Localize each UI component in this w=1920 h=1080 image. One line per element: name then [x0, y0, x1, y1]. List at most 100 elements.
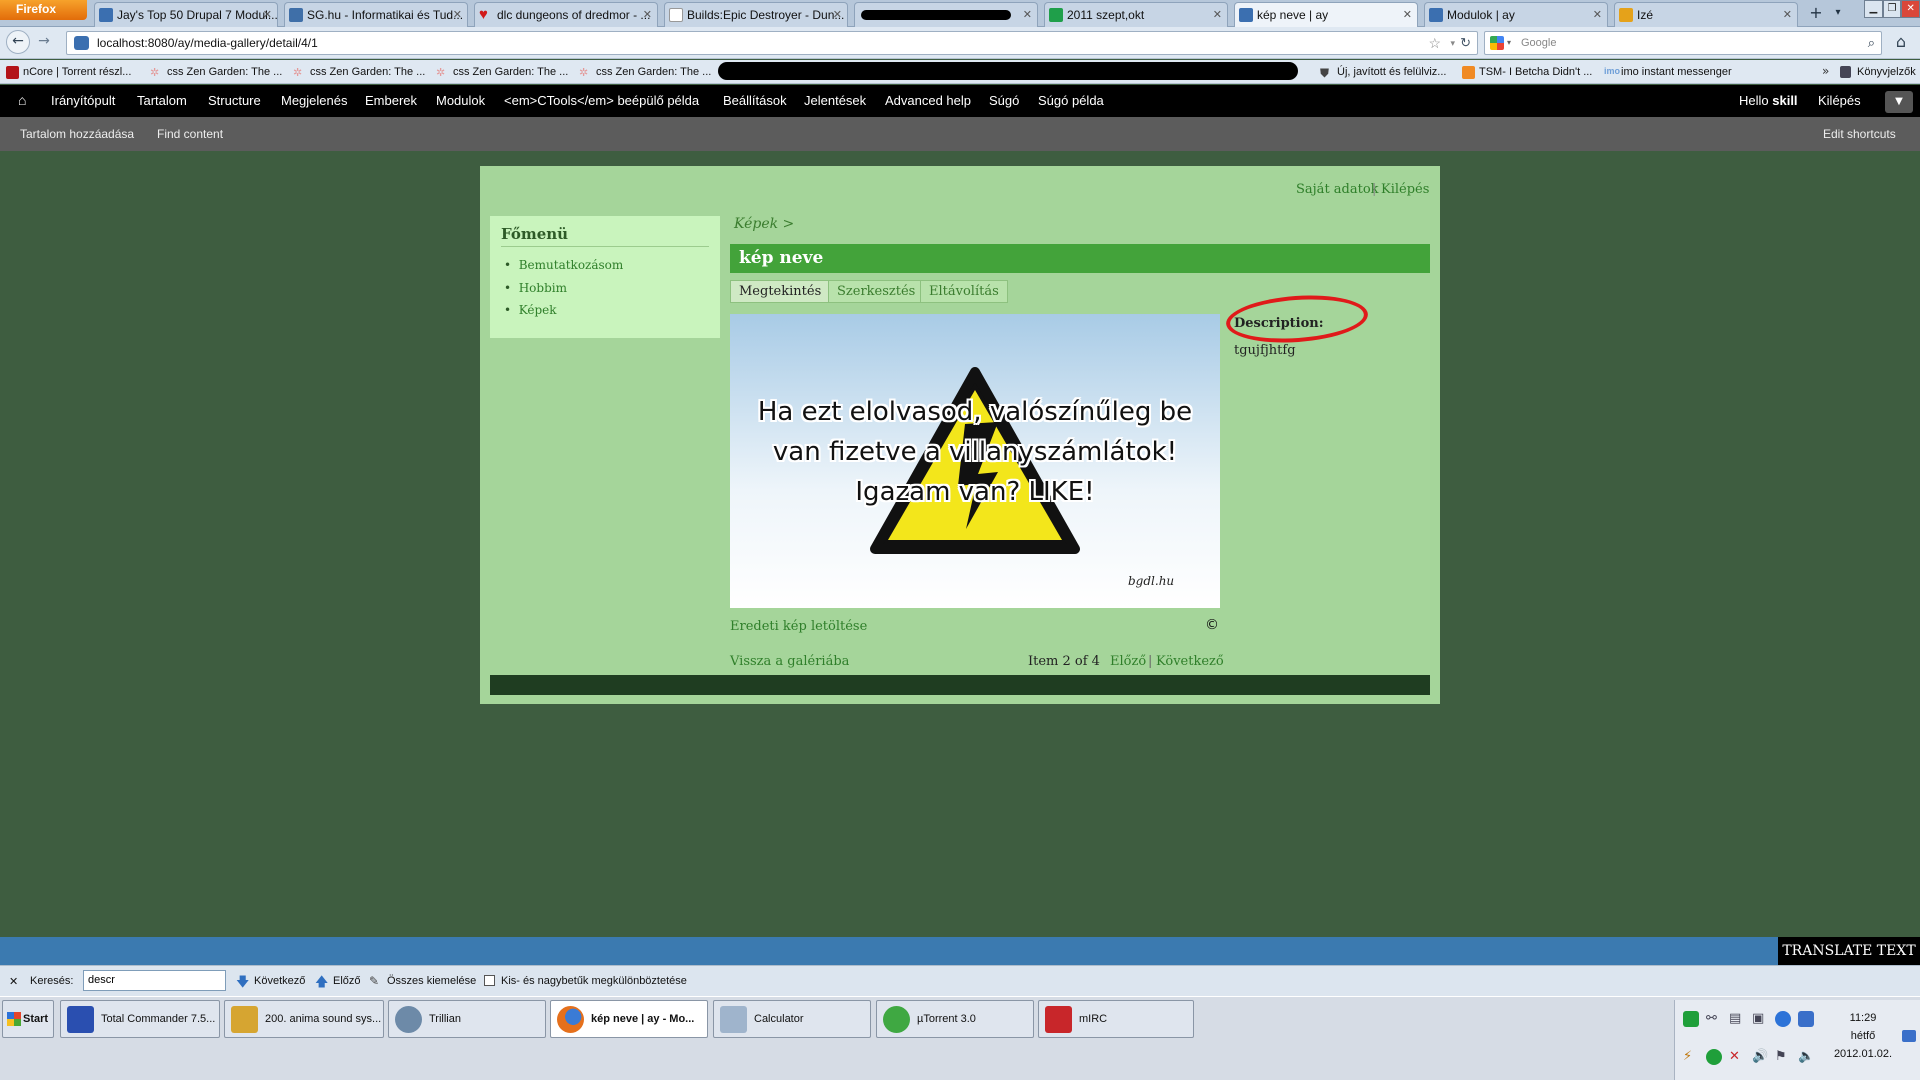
find-input[interactable]: descr: [83, 970, 226, 991]
volume-tray-icon[interactable]: 🔈: [1798, 1049, 1814, 1065]
task-mirc[interactable]: mIRC: [1038, 1000, 1194, 1038]
devices-tray-icon[interactable]: ▤: [1729, 1011, 1745, 1027]
shortcut-add-content[interactable]: Tartalom hozzáadása: [20, 127, 134, 141]
task-total-commander[interactable]: Total Commander 7.5...: [60, 1000, 220, 1038]
toolbar-item-jelentesek[interactable]: Jelentések: [804, 93, 866, 108]
start-button[interactable]: Start: [2, 1000, 54, 1038]
speaker-tray-icon[interactable]: 🔊: [1752, 1049, 1768, 1065]
network-warning-tray-icon[interactable]: ✕: [1729, 1049, 1745, 1065]
search-icon[interactable]: ⌕: [1868, 32, 1875, 54]
tab-edit[interactable]: Szerkesztés: [828, 280, 925, 303]
menu-item-kepek[interactable]: • Képek: [504, 303, 557, 317]
previous-link[interactable]: Előző: [1110, 654, 1146, 669]
bluetooth-tray-icon[interactable]: [1775, 1011, 1791, 1027]
bookmark-star-icon[interactable]: ☆: [1428, 32, 1441, 54]
menu-item-bemutatkozasom[interactable]: • Bemutatkozásom: [504, 258, 623, 272]
close-tab-icon[interactable]: ✕: [453, 3, 462, 27]
toolbar-item-sugo[interactable]: Súgó: [989, 93, 1019, 108]
tab-list-chevron-icon[interactable]: ▾: [1830, 3, 1846, 25]
display-tray-icon[interactable]: ▣: [1752, 1011, 1768, 1027]
reload-icon[interactable]: ↻: [1460, 32, 1471, 54]
toolbar-logout-link[interactable]: Kilépés: [1818, 93, 1861, 108]
antivirus-tray-icon[interactable]: [1706, 1049, 1722, 1065]
search-input[interactable]: ▾ Google ⌕: [1484, 31, 1882, 55]
highlight-all-button[interactable]: ✎ Összes kiemelése: [369, 974, 476, 988]
close-tab-icon[interactable]: ✕: [1593, 3, 1602, 27]
my-account-link[interactable]: Saját adatok: [1296, 182, 1379, 197]
home-icon[interactable]: ⌂: [18, 92, 26, 108]
task-utorrent[interactable]: µTorrent 3.0: [876, 1000, 1034, 1038]
menu-item-hobbim[interactable]: • Hobbim: [504, 281, 567, 295]
close-tab-icon[interactable]: ✕: [833, 3, 842, 27]
match-case-checkbox[interactable]: Kis- és nagybetűk megkülönböztetése: [484, 975, 687, 987]
tab-ize[interactable]: Izé ✕: [1614, 2, 1798, 27]
bookmark-zen-garden-1[interactable]: ✲ css Zen Garden: The ...: [150, 66, 282, 79]
close-tab-icon[interactable]: ✕: [1023, 3, 1032, 27]
bookmark-zen-garden-3[interactable]: ✲ css Zen Garden: The ...: [436, 66, 568, 79]
close-tab-icon[interactable]: ✕: [1403, 3, 1412, 27]
bookmark-uj-javitott[interactable]: ⛊ Új, javított és felülviz...: [1320, 66, 1446, 80]
bookmarks-menu-button[interactable]: Könyvjelzők: [1840, 66, 1916, 78]
bookmark-ncore[interactable]: nCore | Torrent részl...: [6, 66, 131, 79]
tab-dredmor[interactable]: ♥ dlc dungeons of dredmor - ... ✕: [474, 2, 658, 27]
close-tab-icon[interactable]: ✕: [1783, 3, 1792, 27]
update-tray-icon[interactable]: [1798, 1011, 1814, 1027]
tab-modulok[interactable]: Modulok | ay ✕: [1424, 2, 1608, 27]
task-calculator[interactable]: Calculator: [713, 1000, 871, 1038]
toolbar-item-advanced-help[interactable]: Advanced help: [885, 93, 971, 108]
url-input[interactable]: localhost:8080/ay/media-gallery/detail/4…: [66, 31, 1478, 55]
tab-epic-destroyer[interactable]: Builds:Epic Destroyer - Dun... ✕: [664, 2, 848, 27]
bookmark-zen-garden-4[interactable]: ✲ css Zen Garden: The ...: [579, 66, 711, 79]
toolbar-item-tartalom[interactable]: Tartalom: [137, 93, 187, 108]
close-find-bar-icon[interactable]: ✕: [9, 975, 18, 988]
toolbar-item-emberek[interactable]: Emberek: [365, 93, 417, 108]
tab-kep-neve[interactable]: kép neve | ay ✕: [1234, 2, 1418, 27]
firefox-menu-button[interactable]: Firefox: [0, 0, 87, 20]
tab-delete[interactable]: Eltávolítás: [920, 280, 1008, 303]
engine-chevron-icon[interactable]: ▾: [1507, 32, 1511, 54]
toolbar-item-sugo-pelda[interactable]: Súgó példa: [1038, 93, 1104, 108]
edit-shortcuts-link[interactable]: Edit shortcuts: [1823, 127, 1896, 141]
close-tab-icon[interactable]: ✕: [643, 3, 652, 27]
bookmark-tsm[interactable]: TSM- I Betcha Didn't ...: [1462, 66, 1592, 79]
shortcut-find-content[interactable]: Find content: [157, 127, 223, 141]
tab-sg-hu[interactable]: SG.hu - Informatikai és Tud... ✕: [284, 2, 468, 27]
bookmark-zen-garden-2[interactable]: ✲ css Zen Garden: The ...: [293, 66, 425, 79]
close-tab-icon[interactable]: ✕: [1213, 3, 1222, 27]
clock[interactable]: 11:29 hétfő 2012.01.02.: [1820, 1012, 1906, 1060]
toolbar-username[interactable]: skill: [1772, 93, 1797, 108]
restore-icon[interactable]: ❐: [1882, 0, 1902, 18]
bookmarks-overflow-chevron-icon[interactable]: »: [1822, 64, 1829, 78]
back-to-gallery-link[interactable]: Vissza a galériába: [730, 654, 849, 669]
translate-text-button[interactable]: TRANSLATE TEXT: [1778, 937, 1920, 965]
toolbar-item-modulok[interactable]: Modulok: [436, 93, 485, 108]
download-original-link[interactable]: Eredeti kép letöltése: [730, 619, 867, 634]
tab-redacted[interactable]: ✕: [854, 2, 1038, 27]
tab-drupal-modules[interactable]: Jay's Top 50 Drupal 7 Modul... ✕: [94, 2, 278, 27]
toolbar-item-iranyitopult[interactable]: Irányítópult: [51, 93, 115, 108]
close-tab-icon[interactable]: ✕: [263, 3, 272, 27]
url-history-chevron-icon[interactable]: ▾: [1450, 32, 1455, 54]
logout-link[interactable]: Kilépés: [1381, 182, 1429, 197]
task-trillian[interactable]: Trillian: [388, 1000, 546, 1038]
task-firefox[interactable]: kép neve | ay - Mo...: [550, 1000, 708, 1038]
close-window-icon[interactable]: ✕: [1901, 0, 1920, 18]
breadcrumb[interactable]: Képek >: [734, 216, 794, 232]
toolbar-item-megjelenes[interactable]: Megjelenés: [281, 93, 348, 108]
next-link[interactable]: Következő: [1156, 654, 1224, 669]
network-tray-icon[interactable]: ⚯: [1706, 1011, 1722, 1027]
tab-view[interactable]: Megtekintés: [730, 280, 831, 303]
find-next-button[interactable]: 🡇 Következő: [236, 974, 305, 989]
back-arrow-icon[interactable]: ←: [6, 30, 30, 54]
find-previous-button[interactable]: 🡅 Előző: [315, 974, 361, 989]
bookmark-imo[interactable]: imo imo instant messenger: [1604, 66, 1732, 78]
home-icon[interactable]: ⌂: [1888, 31, 1914, 55]
toolbar-item-beallitasok[interactable]: Beállítások: [723, 93, 787, 108]
minimize-icon[interactable]: ▁: [1864, 0, 1883, 18]
tab-2011-szept[interactable]: 2011 szept,okt ✕: [1044, 2, 1228, 27]
power-tray-icon[interactable]: ⚡: [1683, 1049, 1699, 1065]
new-tab-button[interactable]: +: [1804, 3, 1828, 25]
show-desktop-icon[interactable]: [1902, 1030, 1916, 1042]
toolbar-toggle-chevron-icon[interactable]: ▼: [1885, 91, 1913, 113]
utorrent-tray-icon[interactable]: [1683, 1011, 1699, 1027]
